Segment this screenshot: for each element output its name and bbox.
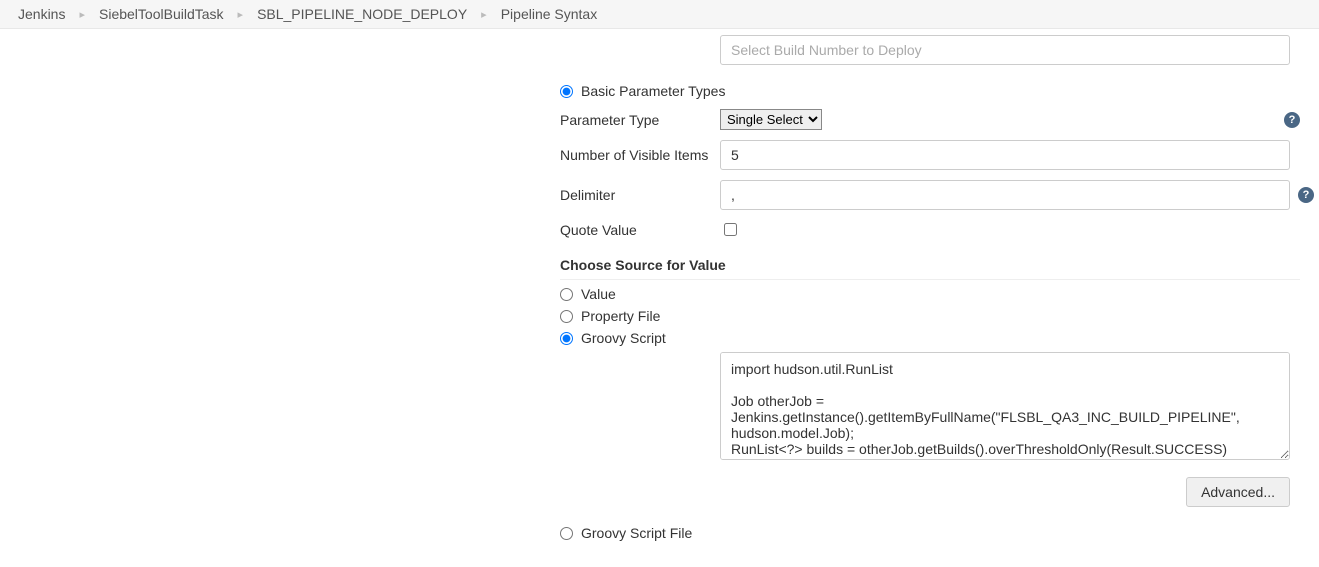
quote-value-label: Quote Value [560,222,720,238]
delimiter-row: Delimiter ? [560,180,1300,210]
quote-value-checkbox[interactable] [724,223,737,236]
parameter-type-select[interactable]: Single Select [720,109,822,130]
chevron-right-icon: ▸ [238,8,244,21]
groovy-script-radio-label: Groovy Script [581,330,666,346]
delimiter-label: Delimiter [560,187,720,203]
choose-source-title: Choose Source for Value [560,257,1300,280]
visible-items-input[interactable] [720,140,1290,170]
property-file-radio[interactable] [560,310,573,323]
advanced-row: Advanced... [560,477,1290,507]
visible-items-label: Number of Visible Items [560,147,720,163]
groovy-script-file-radio[interactable] [560,527,573,540]
delimiter-input[interactable] [720,180,1290,210]
groovy-script-container [720,352,1301,463]
groovy-script-radio-row: Groovy Script [560,330,1301,346]
advanced-button[interactable]: Advanced... [1186,477,1290,507]
value-radio-label: Value [581,286,616,302]
breadcrumb-item-pipeline[interactable]: SBL_PIPELINE_NODE_DEPLOY [257,6,467,22]
parameter-type-label: Parameter Type [560,112,720,128]
value-radio-row: Value [560,286,1301,302]
property-file-radio-row: Property File [560,308,1301,324]
groovy-script-radio[interactable] [560,332,573,345]
visible-items-row: Number of Visible Items [560,140,1300,170]
form-content: Basic Parameter Types Parameter Type Sin… [0,35,1319,567]
breadcrumb-item-syntax[interactable]: Pipeline Syntax [501,6,598,22]
parameter-type-row: Parameter Type Single Select ? [560,109,1300,130]
breadcrumb-item-jenkins[interactable]: Jenkins [18,6,65,22]
quote-value-row: Quote Value [560,220,1300,239]
value-radio[interactable] [560,288,573,301]
breadcrumb: Jenkins ▸ SiebelToolBuildTask ▸ SBL_PIPE… [0,0,1319,29]
build-number-select[interactable] [720,35,1290,65]
chevron-right-icon: ▸ [79,8,85,21]
help-icon[interactable]: ? [1284,112,1300,128]
breadcrumb-item-task[interactable]: SiebelToolBuildTask [99,6,224,22]
groovy-script-file-radio-label: Groovy Script File [581,525,692,541]
chevron-right-icon: ▸ [481,8,487,21]
groovy-script-file-radio-row: Groovy Script File [560,525,1301,541]
basic-parameter-types-radio[interactable] [560,85,573,98]
help-icon[interactable]: ? [1298,187,1314,203]
basic-parameter-types-label: Basic Parameter Types [581,83,725,99]
build-number-row [560,35,1300,65]
property-file-radio-label: Property File [581,308,660,324]
groovy-script-textarea[interactable] [720,352,1290,460]
basic-parameter-types-row: Basic Parameter Types [560,83,1301,99]
